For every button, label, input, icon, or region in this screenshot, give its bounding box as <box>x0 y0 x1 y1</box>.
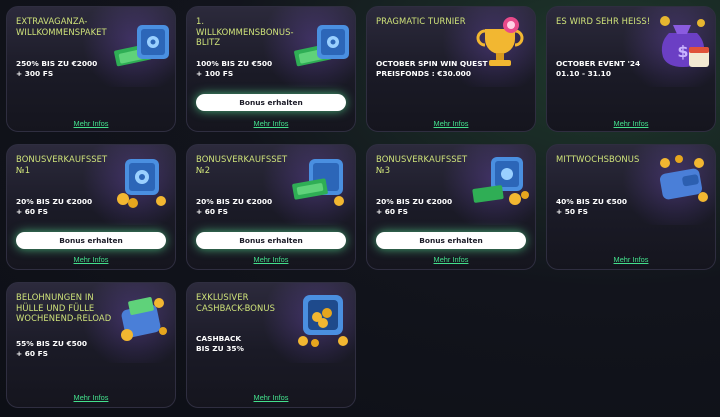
promo-extra: + 100 FS <box>196 68 234 78</box>
promo-extra: + 60 FS <box>376 206 408 216</box>
promo-extra: + 60 FS <box>196 206 228 216</box>
promo-offer: 55% BIS ZU €500 <box>16 339 88 348</box>
more-info-link[interactable]: Mehr Infos <box>7 119 175 128</box>
promo-card-exclusive-cashback[interactable]: EXKLUSIVER CASHBACK-BONUS CASHBACK BIS Z… <box>186 282 356 408</box>
promo-extra: + 60 FS <box>16 348 48 358</box>
more-info-link[interactable]: Mehr Infos <box>187 255 355 264</box>
promo-description: CASHBACK BIS ZU 35% <box>196 334 316 354</box>
get-bonus-button[interactable]: Bonus erhalten <box>196 232 346 249</box>
more-info-link[interactable]: Mehr Infos <box>187 393 355 402</box>
promo-card-extravaganza[interactable]: EXTRAVAGANZA-WILLKOMMENSPAKET 250% BIS Z… <box>6 6 176 132</box>
promo-extra: PREISFONDS : €30.000 <box>376 68 471 78</box>
promo-offer: 20% BIS ZU €2000 <box>196 197 273 206</box>
more-info-link[interactable]: Mehr Infos <box>547 119 715 128</box>
promo-title: BONUSVERKAUFSSET №2 <box>196 154 288 175</box>
promo-title: EXKLUSIVER CASHBACK-BONUS <box>196 292 276 313</box>
promo-description: 20% BIS ZU €2000 + 60 FS <box>376 197 496 217</box>
promo-card-bonus-set-3[interactable]: BONUSVERKAUFSSET №3 20% BIS ZU €2000 + 6… <box>366 144 536 270</box>
promo-card-october-event[interactable]: $ ES WIRD SEHR HEISS! OCTOBER EVENT '24 … <box>546 6 716 132</box>
promo-extra: + 50 FS <box>556 206 588 216</box>
promo-description: 55% BIS ZU €500 + 60 FS <box>16 339 136 359</box>
promo-card-pragmatic-tournament[interactable]: PRAGMATIC TURNIER OCTOBER SPIN WIN QUEST… <box>366 6 536 132</box>
promo-extra: + 300 FS <box>16 68 54 78</box>
svg-text:$: $ <box>677 42 688 61</box>
promo-description: 20% BIS ZU €2000 + 60 FS <box>16 197 136 217</box>
promo-title: BELOHNUNGEN IN HÜLLE UND FÜLLE WOCHENEND… <box>16 292 112 323</box>
promo-description: 20% BIS ZU €2000 + 60 FS <box>196 197 316 217</box>
promo-offer: CASHBACK <box>196 334 242 343</box>
promo-card-bonus-set-2[interactable]: BONUSVERKAUFSSET №2 20% BIS ZU €2000 + 6… <box>186 144 356 270</box>
promo-offer: OCTOBER SPIN WIN QUEST <box>376 59 488 68</box>
promo-title: 1. WILLKOMMENSBONUS-BLITZ <box>196 16 294 47</box>
promo-title: BONUSVERKAUFSSET №1 <box>16 154 108 175</box>
promo-offer: 250% BIS ZU €2000 <box>16 59 98 68</box>
promo-description: 100% BIS ZU €500 + 100 FS <box>196 59 316 79</box>
promo-offer: 20% BIS ZU €2000 <box>376 197 453 206</box>
promo-title: ES WIRD SEHR HEISS! <box>556 16 651 26</box>
get-bonus-button[interactable]: Bonus erhalten <box>376 232 526 249</box>
promo-offer: 100% BIS ZU €500 <box>196 59 273 68</box>
promo-title: EXTRAVAGANZA-WILLKOMMENSPAKET <box>16 16 107 37</box>
promo-title: BONUSVERKAUFSSET №3 <box>376 154 468 175</box>
more-info-link[interactable]: Mehr Infos <box>7 255 175 264</box>
promo-title: MITTWOCHSBONUS <box>556 154 640 164</box>
promo-card-welcome-blitz[interactable]: 1. WILLKOMMENSBONUS-BLITZ 100% BIS ZU €5… <box>186 6 356 132</box>
more-info-link[interactable]: Mehr Infos <box>547 255 715 264</box>
promo-description: OCTOBER SPIN WIN QUEST PREISFONDS : €30.… <box>376 59 516 79</box>
promo-description: 40% BIS ZU €500 + 50 FS <box>556 197 676 217</box>
promotions-grid: EXTRAVAGANZA-WILLKOMMENSPAKET 250% BIS Z… <box>0 0 720 417</box>
promo-title: PRAGMATIC TURNIER <box>376 16 466 26</box>
promo-extra: + 60 FS <box>16 206 48 216</box>
promo-description: 250% BIS ZU €2000 + 300 FS <box>16 59 136 79</box>
promo-card-bonus-set-1[interactable]: BONUSVERKAUFSSET №1 20% BIS ZU €2000 + 6… <box>6 144 176 270</box>
promo-card-wednesday-bonus[interactable]: MITTWOCHSBONUS 40% BIS ZU €500 + 50 FS M… <box>546 144 716 270</box>
promo-description: OCTOBER EVENT '24 01.10 - 31.10 <box>556 59 676 79</box>
promo-extra: BIS ZU 35% <box>196 343 244 353</box>
more-info-link[interactable]: Mehr Infos <box>187 119 355 128</box>
more-info-link[interactable]: Mehr Infos <box>7 393 175 402</box>
get-bonus-button[interactable]: Bonus erhalten <box>16 232 166 249</box>
more-info-link[interactable]: Mehr Infos <box>367 255 535 264</box>
promo-offer: 20% BIS ZU €2000 <box>16 197 93 206</box>
promo-offer: 40% BIS ZU €500 <box>556 197 628 206</box>
get-bonus-button[interactable]: Bonus erhalten <box>196 94 346 111</box>
more-info-link[interactable]: Mehr Infos <box>367 119 535 128</box>
promo-extra: 01.10 - 31.10 <box>556 68 611 78</box>
promo-offer: OCTOBER EVENT '24 <box>556 59 641 68</box>
promo-card-weekend-reload[interactable]: BELOHNUNGEN IN HÜLLE UND FÜLLE WOCHENEND… <box>6 282 176 408</box>
